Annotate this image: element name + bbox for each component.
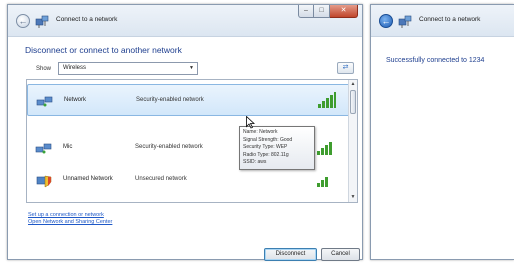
list-scrollbar[interactable]: ▲ ▼ (348, 80, 357, 202)
network-security: Security-enabled network (135, 144, 203, 150)
mouse-pointer-icon (246, 116, 255, 129)
signal-strength-icon (317, 171, 335, 187)
window-title: Connect to a network (56, 16, 118, 23)
refresh-icon: ⇄ (342, 64, 349, 71)
back-arrow-icon[interactable]: ← (16, 14, 30, 28)
caption-buttons: – □ ✕ (298, 5, 358, 18)
setup-connection-link[interactable]: Set up a connection or network (28, 212, 104, 218)
signal-strength-icon (318, 92, 336, 108)
network-security: Unsecured network (135, 176, 187, 182)
scroll-up-icon[interactable]: ▲ (349, 80, 357, 89)
tooltip-line: SSID: aws (243, 159, 267, 166)
wireless-network-icon (36, 96, 53, 107)
refresh-button[interactable]: ⇄ (337, 62, 354, 74)
network-name: Unnamed Network (63, 176, 113, 182)
maximize-button[interactable]: □ (314, 5, 330, 18)
network-row-network[interactable]: Network Security-enabled network (27, 84, 350, 116)
tooltip-line: Signal Strength: Good (243, 136, 293, 143)
network-icon (398, 15, 412, 28)
tooltip-line: Radio Type: 802.11g (243, 151, 289, 158)
show-label: Show (36, 66, 52, 72)
page-heading: Disconnect or connect to another network (25, 45, 182, 55)
scroll-down-icon[interactable]: ▼ (349, 193, 357, 202)
window-title: Connect to a network (419, 16, 481, 23)
signal-strength-icon (317, 139, 335, 155)
network-security: Security-enabled network (136, 97, 204, 103)
scrollbar-thumb[interactable] (350, 90, 356, 114)
network-details-tooltip: Name: Network Signal Strength: Good Secu… (239, 126, 315, 170)
unsecured-network-shield-icon (36, 175, 52, 188)
title-bar: ← Connect to a network – □ ✕ (8, 5, 362, 37)
show-dropdown-value: Wireless (63, 65, 87, 71)
show-dropdown[interactable]: Wireless ▼ (58, 62, 198, 75)
tooltip-line: Name: Network (243, 129, 278, 135)
back-arrow-icon[interactable]: ← (379, 14, 393, 28)
wireless-network-icon (35, 143, 52, 154)
disconnect-button[interactable]: Disconnect (264, 248, 317, 261)
cancel-button[interactable]: Cancel (321, 248, 360, 261)
network-name: Network (64, 97, 87, 103)
success-message: Successfully connected to 1234 (386, 57, 485, 64)
close-button[interactable]: ✕ (330, 5, 358, 18)
minimize-button[interactable]: – (298, 5, 314, 18)
network-icon (35, 15, 49, 28)
tooltip-line: Security Type: WEP (243, 144, 288, 151)
network-name: Mic (63, 144, 73, 150)
title-bar: ← Connect to a network (371, 5, 514, 37)
chevron-down-icon: ▼ (189, 65, 194, 71)
network-sharing-center-link[interactable]: Open Network and Sharing Center (28, 219, 112, 225)
connect-network-dialog: ← Connect to a network – □ ✕ Disconnect … (7, 4, 363, 261)
connect-result-dialog: ← Connect to a network Successfully conn… (370, 4, 514, 260)
